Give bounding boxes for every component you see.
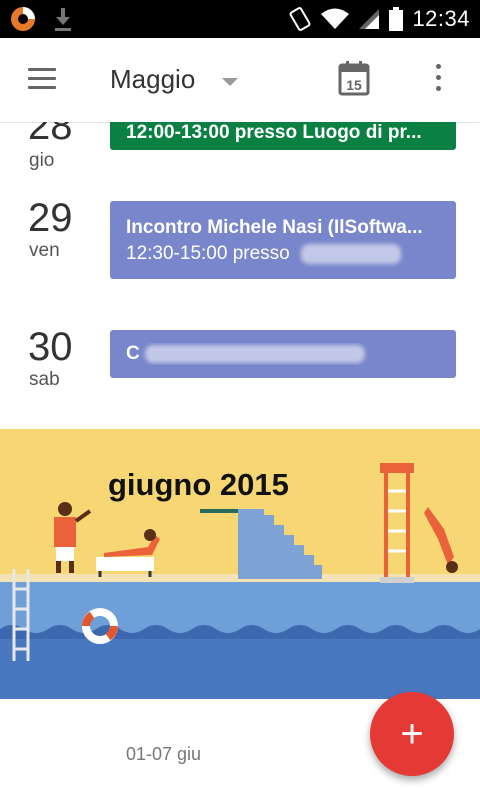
banner-month-title: giugno 2015 bbox=[108, 467, 289, 502]
redacted-title bbox=[145, 344, 366, 363]
day-number: 29 bbox=[28, 196, 73, 240]
today-calendar-day: 15 bbox=[346, 77, 362, 93]
week-range-label: 01-07 giu bbox=[126, 744, 202, 764]
month-selector[interactable]: Maggio bbox=[110, 64, 195, 95]
vibrate-icon bbox=[289, 7, 311, 31]
event-card[interactable]: C bbox=[110, 330, 456, 378]
event-title: Incontro Michele Nasi (IlSoftwa... bbox=[126, 217, 423, 238]
battery-icon bbox=[389, 7, 404, 31]
menu-icon[interactable] bbox=[28, 68, 56, 90]
today-calendar-icon[interactable]: 15 bbox=[338, 60, 370, 96]
day-name: gio bbox=[29, 150, 55, 171]
download-icon bbox=[55, 8, 71, 31]
dropdown-caret-icon[interactable] bbox=[222, 78, 238, 86]
day-number: 30 bbox=[28, 325, 73, 369]
month-banner: giugno 2015 bbox=[0, 429, 480, 699]
agenda-list: 28 gio 12:00-13:00 presso Luogo di pr...… bbox=[0, 122, 480, 429]
add-event-button[interactable]: + bbox=[370, 692, 454, 776]
app-notification-icon bbox=[11, 7, 35, 31]
day-number: 28 bbox=[28, 122, 73, 148]
plus-icon: + bbox=[400, 712, 424, 756]
signal-icon bbox=[359, 9, 380, 29]
event-card[interactable]: 12:00-13:00 presso Luogo di pr... bbox=[110, 122, 456, 150]
more-options-icon[interactable] bbox=[430, 64, 446, 96]
wifi-icon bbox=[321, 8, 350, 29]
day-name: sab bbox=[29, 369, 60, 390]
event-subtitle: 12:30-15:00 presso bbox=[126, 243, 290, 264]
clock: 12:34 bbox=[412, 6, 470, 31]
event-card[interactable]: Incontro Michele Nasi (IlSoftwa... 12:30… bbox=[110, 201, 456, 279]
app-toolbar: Maggio 15 bbox=[0, 38, 480, 123]
status-bar: 12:34 bbox=[0, 0, 480, 38]
day-name: ven bbox=[29, 240, 60, 261]
event-subtitle: 12:00-13:00 presso Luogo di pr... bbox=[126, 122, 422, 143]
redacted-location bbox=[301, 243, 402, 264]
event-title: C bbox=[126, 343, 140, 364]
